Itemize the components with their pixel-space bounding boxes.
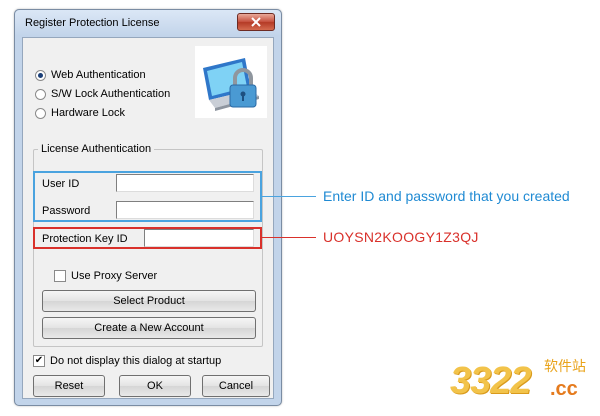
protection-key-annotation: UOYSN2KOOGY1Z3QJ: [323, 229, 479, 245]
radio-sw-lock-authentication[interactable]: S/W Lock Authentication: [35, 88, 170, 100]
ok-button[interactable]: OK: [119, 375, 191, 397]
close-icon: [251, 17, 261, 27]
radio-indicator: [35, 88, 46, 100]
radio-indicator: [35, 107, 46, 119]
blue-callout-line: [262, 196, 316, 197]
radio-label: S/W Lock Authentication: [51, 88, 171, 100]
create-account-button[interactable]: Create a New Account: [42, 317, 256, 339]
radio-web-authentication[interactable]: Web Authentication: [35, 69, 146, 81]
radio-label: Web Authentication: [51, 69, 146, 81]
checkbox-label: Do not display this dialog at startup: [50, 355, 222, 367]
cancel-button[interactable]: Cancel: [202, 375, 270, 397]
radio-hardware-lock[interactable]: Hardware Lock: [35, 107, 125, 119]
dialog-title: Register Protection License: [25, 17, 160, 29]
do-not-display-checkbox[interactable]: ✔ Do not display this dialog at startup: [33, 355, 221, 367]
title-bar: Register Protection License: [15, 10, 281, 36]
checkbox-box: ✔: [33, 355, 45, 367]
checkbox-label: Use Proxy Server: [71, 270, 158, 282]
watermark-domain: .cc: [550, 378, 578, 400]
id-password-highlight: [33, 171, 262, 222]
watermark-site-name: 软件站: [544, 359, 586, 375]
laptop-lock-icon: [195, 46, 267, 118]
id-password-annotation: Enter ID and password that you created: [323, 188, 570, 204]
group-title: License Authentication: [38, 143, 155, 155]
reset-button[interactable]: Reset: [33, 375, 105, 397]
red-callout-line: [262, 237, 316, 238]
select-product-button[interactable]: Select Product: [42, 290, 256, 312]
radio-label: Hardware Lock: [51, 107, 125, 119]
close-button[interactable]: [237, 13, 275, 31]
site-watermark-logo: 3322 软件站 .cc: [446, 350, 596, 412]
use-proxy-checkbox[interactable]: Use Proxy Server: [54, 270, 157, 282]
radio-indicator: [35, 69, 46, 81]
watermark-number: 3322: [450, 360, 532, 402]
checkbox-box: [54, 270, 66, 282]
protection-key-highlight: [33, 227, 262, 249]
